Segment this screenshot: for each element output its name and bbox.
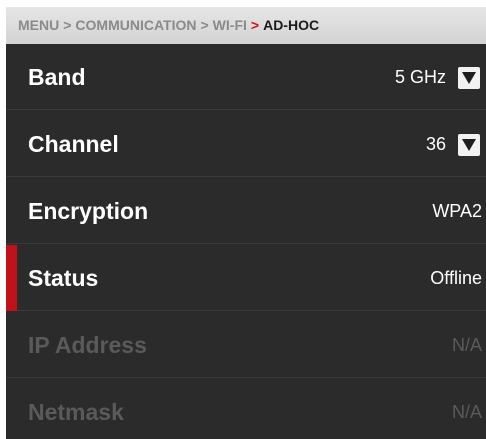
breadcrumb-item-communication[interactable]: COMMUNICATION (75, 17, 196, 33)
ad-hoc-settings-screen: MENU > COMMUNICATION > WI-FI > AD-HOC Band 5 G… (6, 7, 486, 439)
setting-row-channel[interactable]: Channel 36 (6, 111, 486, 177)
setting-label: Netmask (28, 399, 124, 425)
setting-row-netmask: Netmask N/A (6, 379, 486, 439)
setting-label: Encryption (28, 198, 149, 224)
setting-label: Band (28, 64, 86, 90)
selection-indicator (6, 245, 17, 311)
breadcrumb-separator-active: > (250, 17, 260, 33)
setting-value: N/A (451, 402, 482, 422)
setting-label: Channel (28, 131, 119, 157)
screen-frame: MENU > COMMUNICATION > WI-FI > AD-HOC Band 5 G… (0, 0, 486, 439)
setting-row-encryption[interactable]: Encryption WPA2 (6, 178, 486, 244)
setting-value: Offline (430, 268, 482, 288)
setting-value: 36 (425, 134, 446, 154)
setting-row-status[interactable]: Status Offline (6, 245, 486, 311)
chevron-down-icon[interactable] (458, 134, 480, 156)
setting-value: N/A (451, 335, 482, 355)
breadcrumb-item-menu[interactable]: MENU (18, 17, 59, 33)
setting-row-band[interactable]: Band 5 GHz (6, 44, 486, 110)
breadcrumb-item-wifi[interactable]: WI-FI (213, 17, 247, 33)
setting-value: WPA2 (432, 201, 482, 221)
chevron-down-icon[interactable] (458, 67, 480, 89)
breadcrumb-current: AD-HOC (263, 17, 320, 33)
breadcrumb-separator: > (200, 17, 209, 33)
setting-label: IP Address (28, 332, 147, 358)
setting-row-ip-address: IP Address N/A (6, 312, 486, 378)
setting-value: 5 GHz (394, 67, 446, 87)
setting-label: Status (28, 265, 99, 291)
breadcrumb-separator: > (63, 17, 72, 33)
breadcrumb: MENU > COMMUNICATION > WI-FI > AD-HOC (6, 7, 486, 44)
